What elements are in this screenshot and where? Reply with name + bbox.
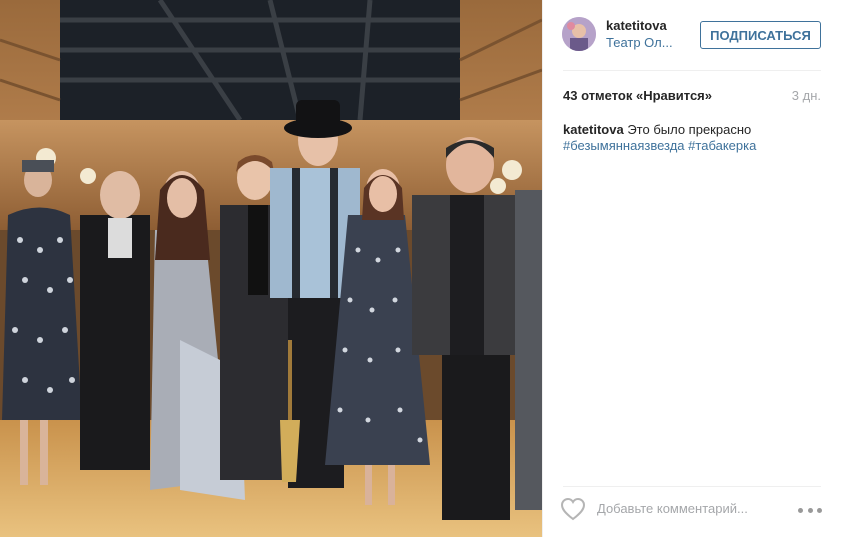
- follow-button[interactable]: ПОДПИСАТЬСЯ: [700, 21, 821, 49]
- post-footer: [543, 486, 842, 537]
- avatar-image: [562, 17, 596, 51]
- hashtag-link[interactable]: #табакерка: [688, 138, 756, 153]
- post-location[interactable]: Театр Ол...: [606, 35, 673, 50]
- avatar[interactable]: [562, 17, 596, 51]
- caption-text: Это было прекрасно: [627, 122, 752, 137]
- stage-photo-illustration: [0, 0, 542, 537]
- footer-divider: [563, 486, 821, 487]
- caption-username[interactable]: katetitova: [563, 122, 624, 137]
- dot: [807, 507, 813, 513]
- post-caption: katetitova Это было прекрасно #безымянна…: [563, 122, 821, 154]
- comment-input[interactable]: [597, 498, 783, 520]
- heart-icon[interactable]: [560, 497, 586, 521]
- post-sidebar: katetitova Театр Ол... ПОДПИСАТЬСЯ 43 от…: [542, 0, 842, 537]
- post-header: katetitova Театр Ол... ПОДПИСАТЬСЯ: [543, 0, 842, 70]
- hashtag-link[interactable]: #безымяннаязвезда: [563, 138, 685, 153]
- dot: [817, 507, 822, 513]
- more-options-icon[interactable]: [798, 505, 822, 515]
- dot: [798, 507, 803, 513]
- post-photo[interactable]: [0, 0, 542, 537]
- header-divider: [563, 70, 821, 71]
- post-username[interactable]: katetitova: [606, 18, 667, 33]
- post-time[interactable]: 3 дн.: [792, 88, 821, 103]
- likes-count[interactable]: 43 отметок «Нравится»: [563, 88, 712, 103]
